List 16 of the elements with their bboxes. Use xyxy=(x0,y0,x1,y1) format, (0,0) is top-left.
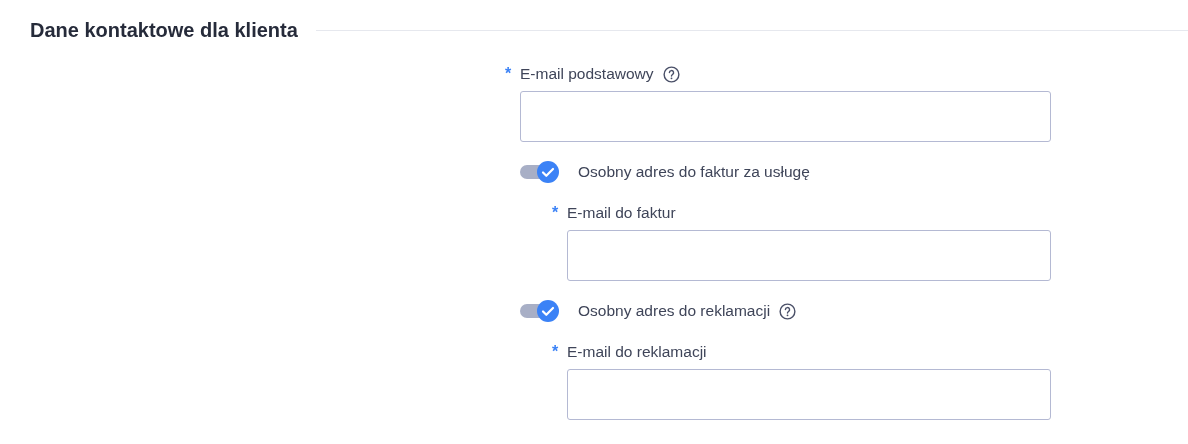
field-label: E-mail podstawowy xyxy=(520,65,654,83)
help-icon[interactable] xyxy=(662,65,680,83)
email-input[interactable] xyxy=(567,369,1051,420)
toggle-label: Osobny adres do faktur za usługę xyxy=(578,163,810,181)
field-label: E-mail do faktur xyxy=(567,204,676,222)
toggle-switch[interactable] xyxy=(520,299,560,323)
toggle-label: Osobny adres do reklamacji xyxy=(578,302,771,320)
required-asterisk: * xyxy=(552,343,560,361)
email-input[interactable] xyxy=(520,91,1051,142)
field-label: E-mail do reklamacji xyxy=(567,343,707,361)
help-icon[interactable] xyxy=(779,302,797,320)
required-asterisk: * xyxy=(505,65,513,83)
email-input[interactable] xyxy=(567,230,1051,281)
section-title: Dane kontaktowe dla klienta xyxy=(30,18,298,42)
required-asterisk: * xyxy=(552,204,560,222)
toggle-switch[interactable] xyxy=(520,160,560,184)
